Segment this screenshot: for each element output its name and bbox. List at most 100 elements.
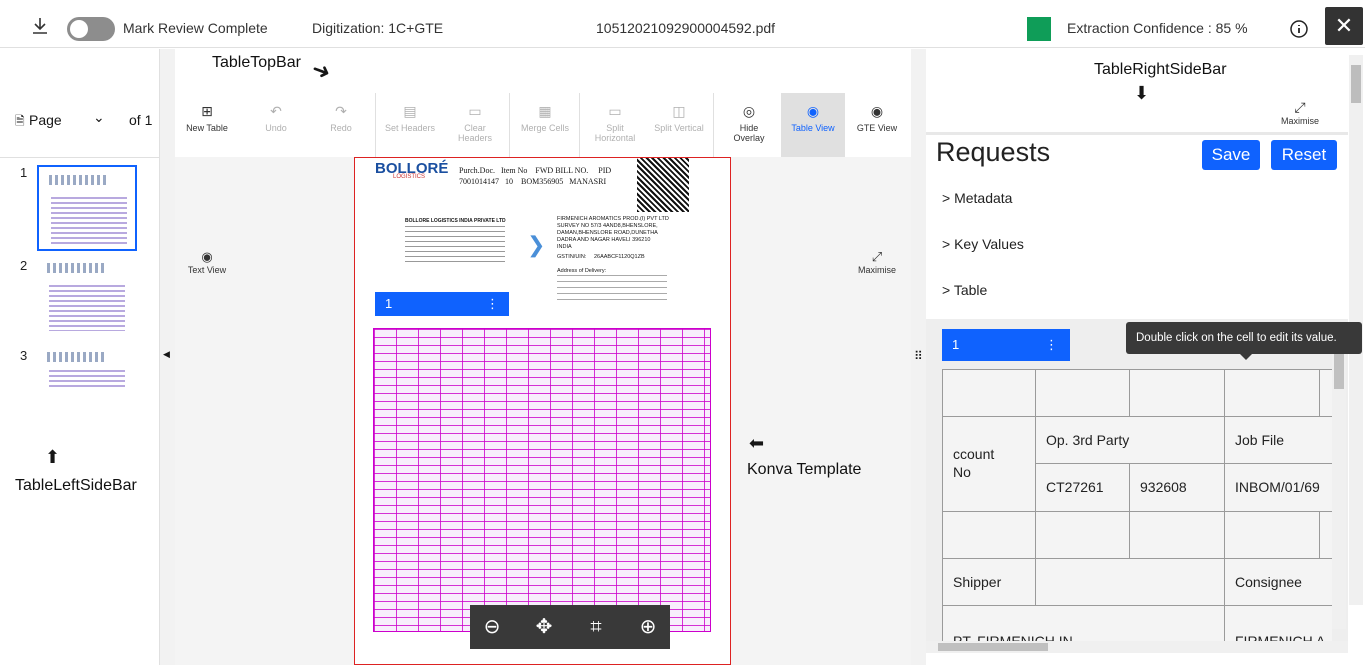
digitization-label: Digitization: 1C+GTE (312, 20, 444, 36)
save-button[interactable]: Save (1202, 140, 1260, 170)
page-thumbnail[interactable] (37, 255, 137, 341)
table-cell[interactable] (1129, 369, 1225, 417)
table-cell[interactable] (1035, 511, 1130, 559)
info-icon[interactable] (1289, 19, 1309, 39)
konva-document[interactable]: BOLLORÉ LOGISTICS Purch.Doc. Item No FWD… (354, 157, 731, 665)
move-icon[interactable]: ✥ (532, 615, 556, 639)
table-cell[interactable]: Job File (1224, 416, 1332, 464)
table-cell[interactable]: CT27261 (1035, 463, 1130, 512)
gte-view-button[interactable]: ◉ GTE View (851, 93, 903, 157)
clear-headers-icon: ▭ (468, 103, 482, 119)
table-label-bar[interactable]: 1 ⋮ (375, 292, 509, 316)
undo-button[interactable]: ↶ Undo (250, 93, 302, 157)
split-horizontal-button[interactable]: ▭ Split Horizontal (587, 93, 643, 157)
eye-icon: ◉ (201, 249, 213, 264)
doc-consignee-line: DAMAN,BHENSLORE ROAD,DUNETHA (557, 230, 658, 236)
redo-button[interactable]: ↷ Redo (315, 93, 367, 157)
table-cell[interactable] (1035, 558, 1225, 606)
merge-cells-button[interactable]: ▦ Merge Cells (519, 93, 571, 157)
accordion-key-values[interactable]: > Key Values (942, 236, 1024, 252)
company-sub: LOGISTICS (393, 174, 426, 180)
right-divider[interactable]: ⠿ (911, 49, 926, 665)
filename: 10512021092900004592.pdf (596, 20, 776, 36)
eye-off-icon: ◎ (742, 103, 756, 119)
accordion-metadata[interactable]: > Metadata (942, 190, 1012, 206)
left-divider[interactable]: ◀ (160, 49, 175, 665)
drag-handle-icon[interactable]: ⠿ (914, 349, 923, 363)
reset-button[interactable]: Reset (1271, 140, 1337, 170)
download-icon[interactable] (30, 16, 50, 36)
doc-purch: Purch.Doc. Item No FWD BILL NO. PID (459, 166, 612, 175)
split-vertical-icon: ◫ (672, 103, 686, 119)
table-cell[interactable] (1129, 511, 1225, 559)
maximise-icon: ⤢ (871, 249, 883, 264)
eye-icon: ◉ (870, 103, 884, 119)
table-top-bar: ⊞ New Table ↶ Undo ↷ Redo ▤ Set Headers ▭ Cle… (175, 93, 911, 157)
eye-icon: ◉ (806, 103, 820, 119)
chevron-right-icon: > (942, 190, 951, 206)
table-cell[interactable]: INBOM/01/69 (1224, 463, 1332, 512)
zoom-in-icon[interactable]: ⊕ (636, 615, 660, 639)
doc-consignee: FIRMENICH AROMATICS PROD.(I) PVT LTD (557, 216, 669, 222)
center-maximise-button[interactable]: ⤢ Maximise (853, 249, 901, 275)
edit-tooltip: Double click on the cell to edit its val… (1126, 322, 1362, 354)
new-table-button[interactable]: ⊞ New Table (181, 93, 233, 157)
table-overlay-grid[interactable] (373, 328, 711, 632)
close-button[interactable]: ✕ (1325, 7, 1363, 45)
clear-headers-button[interactable]: ▭ Clear Headers (447, 93, 503, 157)
right-maximise-button[interactable]: ⤢ Maximise (1276, 99, 1324, 126)
table-cell[interactable] (1319, 369, 1332, 417)
table-cell[interactable] (942, 511, 1036, 559)
center-panel: TableTopBar ➜ ⊞ New Table ↶ Undo ↷ Redo ▤ Se… (175, 49, 911, 665)
doc-delivery: Address of Delivery: (557, 268, 607, 274)
hide-overlay-button[interactable]: ◎ Hide Overlay (723, 93, 775, 157)
confidence-label: Extraction Confidence : 85 % (1067, 20, 1248, 36)
table-view-button[interactable]: ◉ Table View (781, 93, 845, 157)
scrollbar-horizontal[interactable] (926, 641, 1348, 653)
table-cell[interactable] (942, 369, 1036, 417)
table-label-bar[interactable]: 1 ⋮ (942, 329, 1070, 361)
table-cell[interactable]: Consignee (1224, 558, 1332, 606)
chevron-down-icon[interactable]: ⌄ (93, 109, 105, 126)
doc-consignee-line: SURVEY NO 57/3 4AND8,BHENSLORE, (557, 223, 658, 229)
table-cell[interactable] (1035, 369, 1130, 417)
accordion-table[interactable]: > Table (942, 282, 987, 298)
table-cell[interactable] (1319, 511, 1332, 559)
qr-code (637, 158, 689, 212)
doc-consignee-line: INDIA (557, 244, 572, 250)
split-vertical-button[interactable]: ◫ Split Vertical (651, 93, 707, 157)
table-cell[interactable]: Shipper (942, 558, 1036, 606)
table-cell[interactable] (1224, 369, 1320, 417)
doc-purch-values: 7001014147 10 BOM356905 MANASRI (459, 177, 607, 186)
overflow-menu-icon[interactable]: ⋮ (486, 292, 499, 316)
text-view-button[interactable]: ◉ Text View (183, 249, 231, 275)
split-horizontal-icon: ▭ (608, 103, 622, 119)
scrollbar-vertical[interactable] (1332, 329, 1346, 629)
table-cell[interactable]: Op. 3rd Party (1035, 416, 1225, 464)
table-cell[interactable]: 932608 (1129, 463, 1225, 512)
set-headers-button[interactable]: ▤ Set Headers (383, 93, 437, 157)
confidence-indicator (1027, 17, 1051, 41)
arrow-icon: ❯ (527, 232, 546, 257)
table-cell[interactable]: ccount No (942, 416, 1036, 512)
new-table-icon: ⊞ (201, 103, 213, 119)
fit-icon[interactable]: ⌗ (584, 615, 608, 639)
arrow-left-icon: ⬅ (749, 433, 765, 453)
table-cell[interactable] (1224, 511, 1320, 559)
overflow-menu-icon[interactable]: ⋮ (1045, 329, 1058, 361)
collapse-left-icon[interactable]: ◀ (163, 349, 170, 360)
thumb-number: 2 (20, 258, 28, 273)
doc-gstin: GSTIN/UIN: 26AABCF1120Q1ZB (557, 254, 645, 260)
thumb-number: 1 (20, 165, 28, 180)
requests-title: Requests (936, 137, 1051, 167)
tooltip-caret (1240, 354, 1252, 360)
review-toggle[interactable] (67, 17, 115, 41)
page-select[interactable]: Page (29, 112, 62, 128)
zoom-out-icon[interactable]: ⊖ (480, 615, 504, 639)
page-thumbnail[interactable] (37, 344, 137, 430)
undo-icon: ↶ (270, 103, 282, 119)
page-thumbnail[interactable] (37, 165, 137, 251)
annotation-top-bar: TableTopBar (212, 54, 301, 71)
page-count: of 1 (129, 112, 153, 128)
annotation-right-sidebar: TableRightSideBar (1094, 61, 1227, 78)
